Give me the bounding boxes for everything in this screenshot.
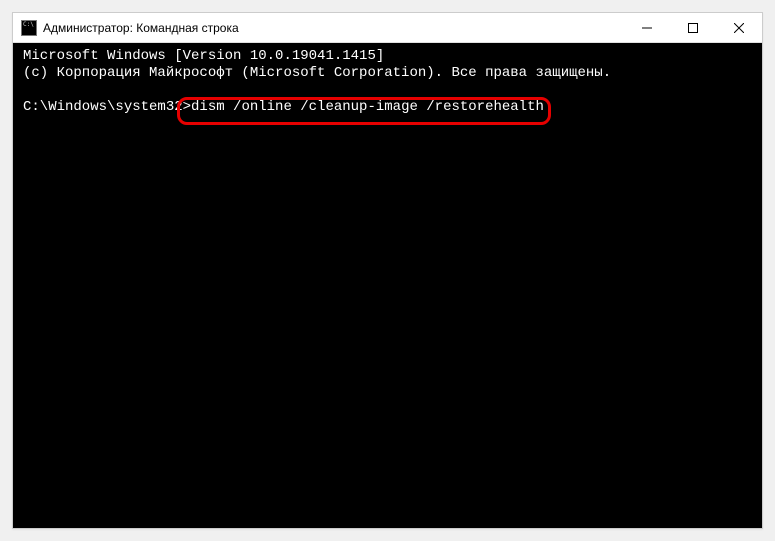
window-controls (624, 13, 762, 42)
close-button[interactable] (716, 13, 762, 42)
cmd-window: Администратор: Командная строка Microsof… (12, 12, 763, 529)
prompt: C:\Windows\system32> (23, 99, 191, 115)
maximize-icon (688, 23, 698, 33)
terminal-area[interactable]: Microsoft Windows [Version 10.0.19041.14… (13, 43, 762, 528)
outer-frame: Администратор: Командная строка Microsof… (0, 0, 775, 541)
version-line: Microsoft Windows [Version 10.0.19041.14… (23, 48, 384, 64)
titlebar[interactable]: Администратор: Командная строка (13, 13, 762, 43)
terminal-output: Microsoft Windows [Version 10.0.19041.14… (23, 48, 752, 116)
close-icon (734, 23, 744, 33)
minimize-icon (642, 23, 652, 33)
copyright-line: (c) Корпорация Майкрософт (Microsoft Cor… (23, 65, 611, 81)
cmd-icon (21, 20, 37, 36)
typed-command: dism /online /cleanup-image /restoreheal… (191, 99, 544, 115)
window-title: Администратор: Командная строка (43, 21, 624, 35)
minimize-button[interactable] (624, 13, 670, 42)
maximize-button[interactable] (670, 13, 716, 42)
